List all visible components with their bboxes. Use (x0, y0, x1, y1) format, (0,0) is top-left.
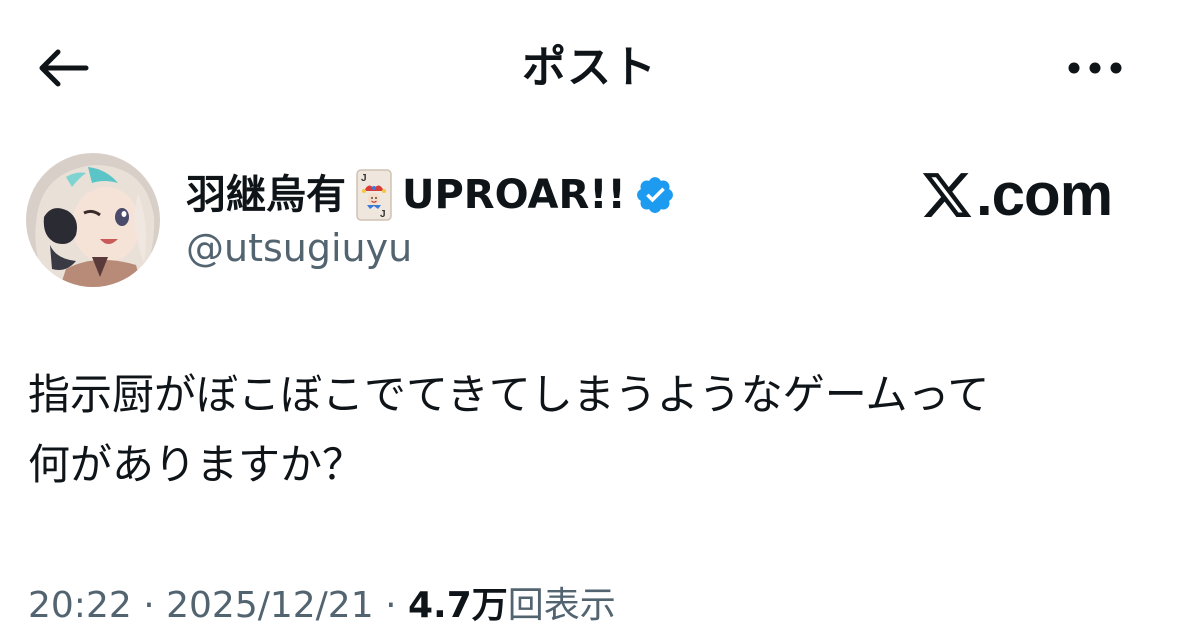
views-count[interactable]: 4.7万 (408, 585, 508, 626)
post-header: ポスト (0, 0, 1179, 135)
avatar[interactable] (26, 153, 160, 287)
more-horizontal-icon (1068, 62, 1122, 74)
author-team-name: UPROAR!! (402, 172, 626, 218)
post-text: 指示厨がぼこぼこでてきてしまうようなゲームって 何がありますか？ (28, 370, 990, 489)
post-meta: 20:22 · 2025/12/21 · 4.7万回表示 (28, 580, 616, 632)
avatar-illustration (26, 153, 160, 287)
verified-badge-icon (636, 177, 673, 213)
meta-separator: · (143, 585, 155, 626)
joker-card-emoji: J J (356, 169, 392, 221)
svg-text:J: J (361, 173, 367, 184)
post-time[interactable]: 20:22 (28, 585, 132, 626)
meta-separator: · (385, 585, 397, 626)
page-title: ポスト (522, 42, 657, 93)
xcom-watermark: .com (920, 160, 1113, 230)
author-handle[interactable]: @utsugiuyu (186, 220, 412, 276)
more-button[interactable] (1060, 40, 1130, 96)
x-logo-icon (922, 173, 972, 217)
xcom-text: .com (976, 161, 1113, 228)
svg-text:J: J (380, 209, 386, 220)
views-label: 回表示 (507, 585, 616, 626)
post-date[interactable]: 2025/12/21 (166, 585, 374, 626)
author-display-name: 羽継烏有 (186, 172, 346, 218)
author-name-row[interactable]: 羽継烏有 J J UPROAR!! (186, 165, 676, 225)
